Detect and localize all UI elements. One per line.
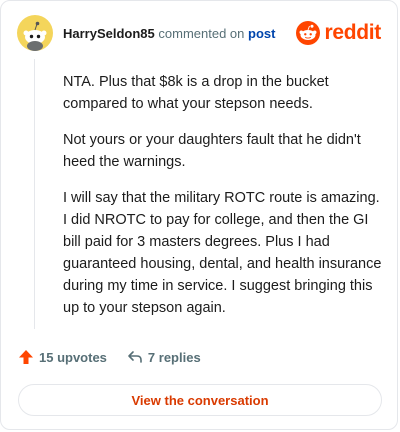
comment-body: NTA. Plus that $8k is a drop in the buck… — [63, 71, 385, 333]
reddit-snoo-icon — [296, 21, 321, 45]
comment-header: HarrySeldon85 commented on post — [63, 26, 275, 42]
post-link[interactable]: post — [248, 26, 275, 41]
comment-paragraph: NTA. Plus that $8k is a drop in the buck… — [63, 74, 329, 112]
upvote-count: 15 upvotes — [39, 349, 107, 365]
upvote-arrow-icon — [19, 350, 33, 364]
comment-card: HarrySeldon85 commented on post reddit N… — [0, 0, 398, 430]
reddit-wordmark: reddit — [324, 21, 381, 44]
reddit-logo[interactable]: reddit — [296, 21, 381, 45]
thread-line — [34, 59, 35, 329]
comment-action-text: commented on — [158, 26, 245, 41]
reply-count: 7 replies — [147, 349, 201, 365]
comment-actions: 15 upvotes 7 replies — [18, 349, 201, 365]
replies-button[interactable]: 7 replies — [127, 349, 201, 365]
comment-paragraph: Not yours or your daughters fault that h… — [63, 132, 361, 170]
username[interactable]: HarrySeldon85 — [63, 26, 155, 41]
user-avatar[interactable] — [17, 15, 53, 51]
reply-arrow-icon — [128, 351, 142, 363]
view-conversation-button[interactable]: View the conversation — [18, 384, 382, 416]
comment-paragraph: I will say that the military ROTC route … — [63, 190, 382, 316]
upvote-button[interactable]: 15 upvotes — [18, 349, 107, 365]
